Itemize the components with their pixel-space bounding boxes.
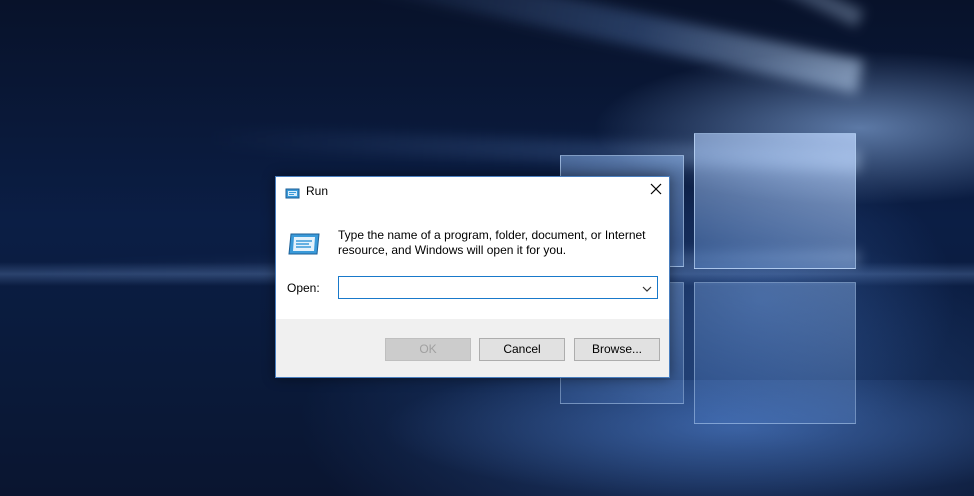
open-input[interactable] bbox=[339, 277, 635, 298]
dialog-description: Type the name of a program, folder, docu… bbox=[338, 228, 646, 257]
run-icon bbox=[287, 232, 321, 256]
browse-button[interactable]: Browse... bbox=[574, 338, 660, 361]
title-bar[interactable]: Run bbox=[276, 177, 669, 205]
open-combobox[interactable] bbox=[338, 276, 658, 299]
open-label: Open: bbox=[287, 281, 320, 295]
run-dialog: Run Type the name of a program, folder, … bbox=[275, 176, 670, 378]
close-icon bbox=[650, 182, 662, 200]
dialog-title: Run bbox=[306, 184, 329, 198]
dialog-body: Type the name of a program, folder, docu… bbox=[276, 205, 669, 319]
windows-logo-pane bbox=[694, 133, 856, 269]
windows-logo-reflection bbox=[694, 282, 856, 424]
desktop-wallpaper: Run Type the name of a program, folder, … bbox=[0, 0, 974, 496]
chevron-down-icon bbox=[642, 279, 652, 297]
light-beam bbox=[308, 0, 864, 94]
close-button[interactable] bbox=[642, 180, 670, 202]
dropdown-button[interactable] bbox=[637, 277, 657, 298]
run-icon bbox=[285, 186, 300, 199]
cancel-button[interactable]: Cancel bbox=[479, 338, 565, 361]
ok-button[interactable]: OK bbox=[385, 338, 471, 361]
dialog-footer: OK Cancel Browse... bbox=[276, 319, 669, 377]
